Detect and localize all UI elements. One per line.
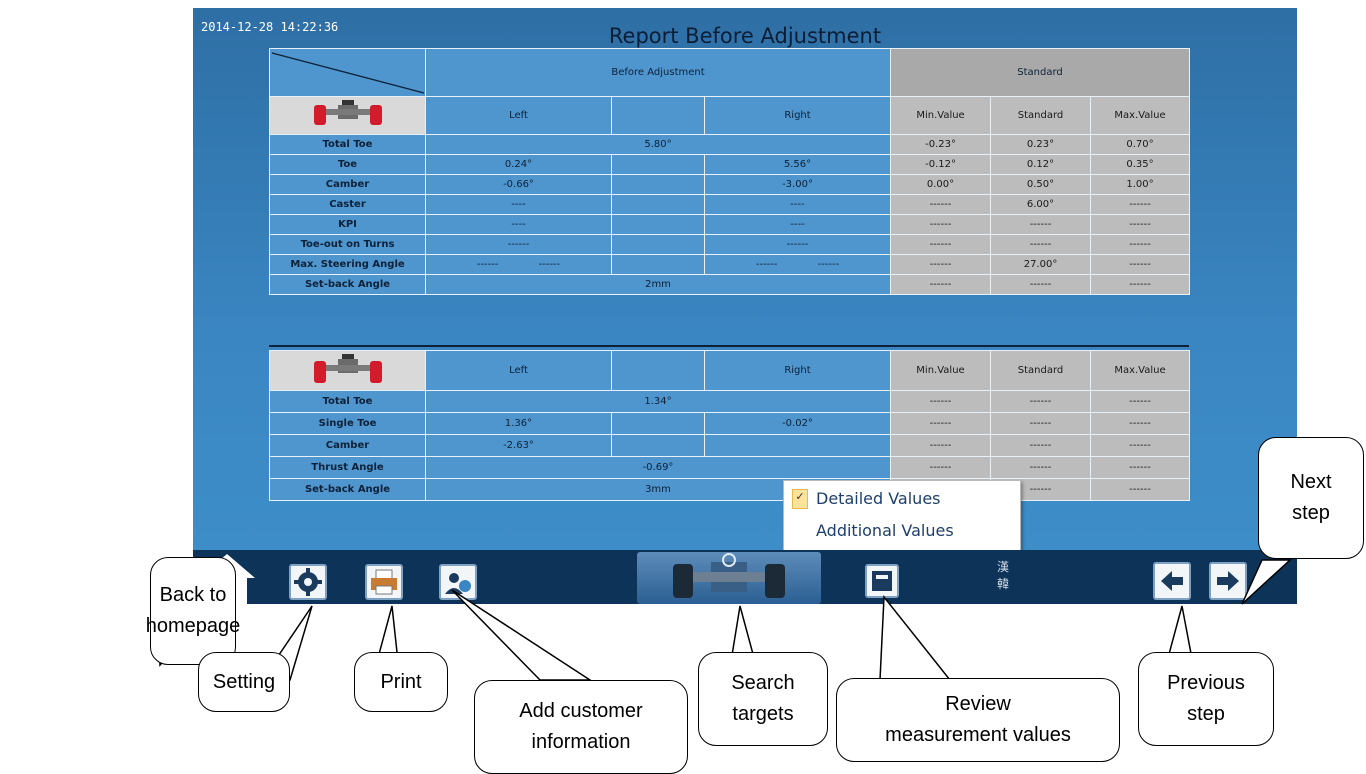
callout-next-step: Next step — [1258, 437, 1364, 559]
callout-previous-step: Previous step — [1138, 652, 1274, 746]
pointer-customer — [451, 589, 593, 681]
callout-print: Print — [354, 652, 448, 712]
callout-review-measurement-values: Review measurement values — [836, 678, 1120, 762]
callout-add-customer-information: Add customer information — [474, 680, 688, 774]
callout-search-targets: Search targets — [698, 652, 828, 746]
pointer-review — [879, 594, 952, 681]
callout-setting: Setting — [198, 652, 290, 712]
pointer-next — [1241, 559, 1292, 605]
callout-back-to-homepage: Back to homepage — [146, 557, 240, 665]
